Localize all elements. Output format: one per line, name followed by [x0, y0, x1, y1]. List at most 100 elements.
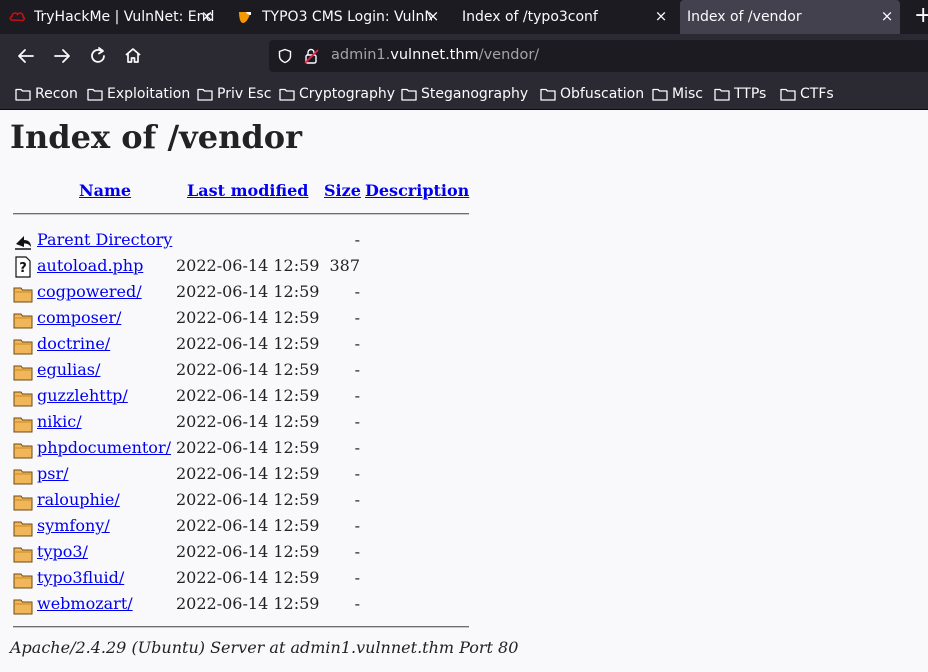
- back-icon[interactable]: [14, 44, 38, 68]
- forward-icon[interactable]: [50, 44, 74, 68]
- parent-directory-link[interactable]: Parent Directory: [37, 230, 172, 249]
- parent-size: -: [354, 230, 360, 249]
- entry-link[interactable]: cogpowered/: [37, 282, 142, 301]
- bookmark-label: Cryptography: [299, 86, 396, 102]
- folder-icon: [13, 599, 33, 615]
- column-header-description[interactable]: Description: [365, 181, 469, 200]
- entry-link[interactable]: autoload.php: [37, 256, 143, 275]
- folder-icon: [279, 88, 295, 101]
- bookmark-misc[interactable]: Misc: [652, 85, 703, 103]
- close-tab-icon[interactable]: ×: [654, 9, 668, 24]
- folder-icon: [13, 443, 33, 459]
- bookmark-cryptography[interactable]: Cryptography: [279, 85, 395, 103]
- entry-link[interactable]: typo3fluid/: [37, 568, 124, 587]
- bookmark-label: Exploitation: [107, 86, 191, 102]
- entry-size: -: [354, 542, 360, 561]
- entry-modified: 2022-06-14 12:59: [176, 386, 320, 405]
- folder-icon: [15, 88, 31, 101]
- url-text[interactable]: admin1.vulnnet.thm/vendor/: [331, 47, 539, 63]
- listing-row: symfony/2022-06-14 12:59 -: [0, 513, 520, 539]
- bookmark-ttps[interactable]: TTPs: [714, 85, 766, 103]
- header-divider: [13, 213, 469, 215]
- tab-tryhackme[interactable]: TryHackMe | VulnNet: Endgame ×: [8, 0, 220, 34]
- entry-modified: 2022-06-14 12:59: [176, 412, 320, 431]
- new-tab-button[interactable]: +: [914, 4, 928, 30]
- column-header-size[interactable]: Size: [324, 181, 361, 200]
- shield-icon[interactable]: [277, 48, 293, 64]
- bookmark-label: Recon: [35, 86, 78, 102]
- bookmark-label: Misc: [672, 86, 703, 102]
- entry-link[interactable]: symfony/: [37, 516, 110, 535]
- close-tab-icon[interactable]: ×: [880, 9, 894, 24]
- entry-link[interactable]: psr/: [37, 464, 69, 483]
- insecure-lock-icon[interactable]: [303, 47, 321, 65]
- url-subdomain: admin1.: [331, 47, 391, 63]
- bookmark-label: Obfuscation: [560, 86, 645, 102]
- entry-modified: 2022-06-14 12:59: [176, 308, 320, 327]
- entry-link[interactable]: doctrine/: [37, 334, 110, 353]
- entry-size: -: [354, 282, 360, 301]
- entry-link[interactable]: guzzlehttp/: [37, 386, 128, 405]
- entry-modified: 2022-06-14 12:59: [176, 516, 320, 535]
- entry-modified: 2022-06-14 12:59: [176, 594, 320, 613]
- bookmark-priv-esc[interactable]: Priv Esc: [197, 85, 271, 103]
- folder-icon: [13, 391, 33, 407]
- entry-modified: 2022-06-14 12:59: [176, 360, 320, 379]
- entry-link[interactable]: webmozart/: [37, 594, 133, 613]
- listing-row: typo3/2022-06-14 12:59 -: [0, 539, 520, 565]
- bookmark-recon[interactable]: Recon: [15, 85, 78, 103]
- entry-size: -: [354, 594, 360, 613]
- svg-text:?: ?: [19, 261, 27, 276]
- entry-link[interactable]: composer/: [37, 308, 121, 327]
- back-arrow-icon: [15, 236, 31, 250]
- unknown-file-icon: ?: [15, 256, 31, 278]
- tab-title: Index of /typo3conf: [462, 9, 598, 25]
- listing-row: composer/2022-06-14 12:59 -: [0, 305, 520, 331]
- entry-modified: 2022-06-14 12:59: [176, 438, 320, 457]
- entry-size: -: [354, 412, 360, 431]
- listing-row: cogpowered/2022-06-14 12:59 -: [0, 279, 520, 305]
- close-tab-icon[interactable]: ×: [426, 9, 440, 24]
- listing-row: ? autoload.php 2022-06-14 12:59 387: [0, 253, 520, 279]
- footer-divider: [13, 626, 469, 628]
- entry-size: -: [354, 464, 360, 483]
- entry-size: -: [354, 516, 360, 535]
- tab-index-typo3conf[interactable]: Index of /typo3conf ×: [452, 0, 674, 34]
- folder-icon: [652, 88, 668, 101]
- listing-row: guzzlehttp/2022-06-14 12:59 -: [0, 383, 520, 409]
- entry-size: -: [354, 360, 360, 379]
- bookmark-label: Priv Esc: [217, 86, 272, 102]
- folder-icon: [13, 313, 33, 329]
- entry-modified: 2022-06-14 12:59: [176, 282, 320, 301]
- tab-typo3-login[interactable]: TYPO3 CMS Login: VulnNet ×: [236, 0, 446, 34]
- bookmark-ctfs[interactable]: CTFs: [780, 85, 834, 103]
- column-header-last-modified[interactable]: Last modified: [187, 181, 308, 200]
- url-domain: vulnnet.thm: [390, 47, 479, 63]
- entry-link[interactable]: typo3/: [37, 542, 88, 561]
- bookmark-steganography[interactable]: Steganography: [401, 85, 528, 103]
- entry-link[interactable]: ralouphie/: [37, 490, 120, 509]
- tab-index-vendor[interactable]: Index of /vendor ×: [680, 0, 900, 34]
- home-icon[interactable]: [121, 44, 145, 68]
- listing-row: ralouphie/2022-06-14 12:59 -: [0, 487, 520, 513]
- folder-icon: [13, 573, 33, 589]
- entry-link[interactable]: nikic/: [37, 412, 82, 431]
- close-tab-icon[interactable]: ×: [200, 9, 214, 24]
- folder-icon: [401, 88, 417, 101]
- folder-icon: [13, 365, 33, 381]
- parent-directory-row: Parent Directory -: [0, 227, 520, 253]
- address-bar[interactable]: admin1.vulnnet.thm/vendor/: [269, 40, 928, 72]
- bookmark-obfuscation[interactable]: Obfuscation: [540, 85, 644, 103]
- entry-modified: 2022-06-14 12:59: [176, 334, 320, 353]
- bookmark-exploitation[interactable]: Exploitation: [87, 85, 190, 103]
- bookmarks-toolbar: Recon Exploitation Priv Esc Cryptography Ste…: [0, 78, 928, 110]
- page-content: Index of /vendor Name Last modified Size…: [0, 110, 928, 672]
- entry-link[interactable]: egulias/: [37, 360, 100, 379]
- reload-icon[interactable]: [86, 44, 110, 68]
- folder-icon: [13, 339, 33, 355]
- column-header-name[interactable]: Name: [79, 181, 131, 200]
- folder-icon: [13, 469, 33, 485]
- entry-link[interactable]: phpdocumentor/: [37, 438, 171, 457]
- entry-size: -: [354, 334, 360, 353]
- entry-size: -: [354, 438, 360, 457]
